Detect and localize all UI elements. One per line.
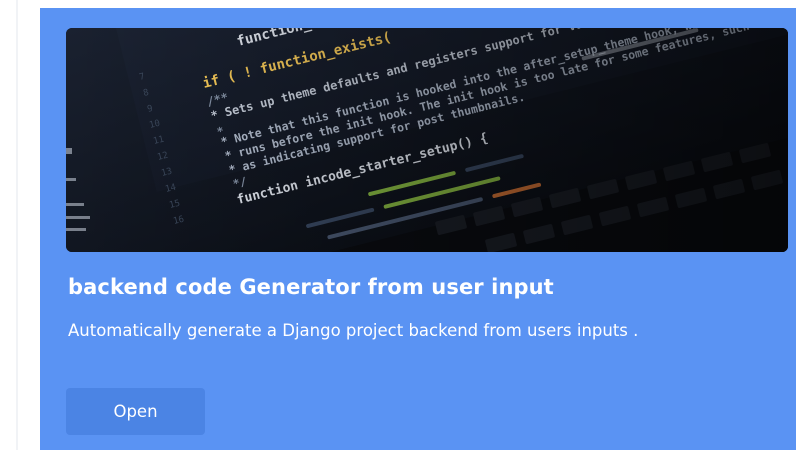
open-button[interactable]: Open bbox=[66, 388, 205, 435]
card-thumbnail-image: 7 8 9 10 11 12 13 14 15 16 function_exis… bbox=[66, 28, 788, 252]
project-card: 7 8 9 10 11 12 13 14 15 16 function_exis… bbox=[40, 8, 796, 450]
card-description: Automatically generate a Django project … bbox=[68, 321, 639, 340]
left-divider bbox=[16, 0, 18, 450]
card-title: backend code Generator from user input bbox=[68, 275, 554, 299]
page: 7 8 9 10 11 12 13 14 15 16 function_exis… bbox=[0, 0, 796, 450]
